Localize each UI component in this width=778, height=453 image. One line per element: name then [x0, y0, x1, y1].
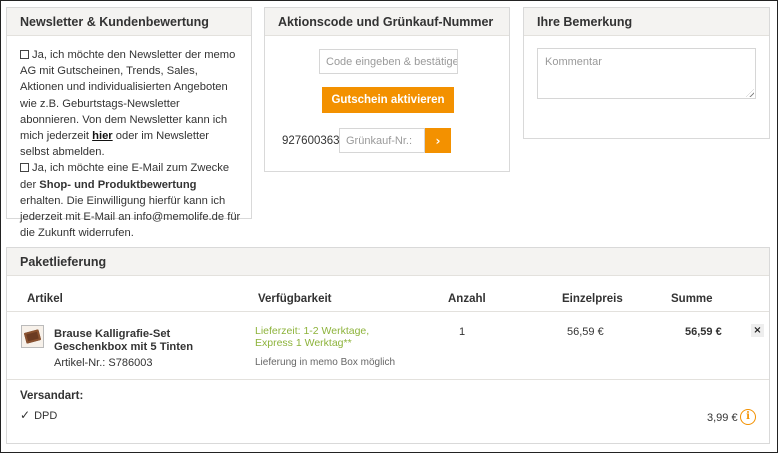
item-quantity: 1 [459, 326, 466, 338]
newsletter-panel: Newsletter & Kundenbewertung Ja, ich möc… [6, 7, 252, 239]
comment-textarea[interactable] [537, 48, 756, 99]
activate-voucher-button[interactable]: Gutschein aktivieren [322, 87, 454, 113]
newsletter-option: Ja, ich möchte den Newsletter der memo A… [20, 47, 241, 160]
gruenkauf-prefix: 927600363 [282, 135, 340, 147]
unsubscribe-link[interactable]: hier [92, 130, 113, 142]
shipping-method-label: Versandart: [20, 390, 84, 402]
info-icon[interactable]: i [740, 409, 756, 425]
review-text-b: erhalten. Die Einwilligung hierfür kann … [20, 194, 241, 240]
availability-text: Lieferzeit: 1-2 Werktage, Express 1 Werk… [255, 325, 370, 349]
shipping-method-option[interactable]: ✓ DPD [20, 408, 57, 422]
gruenkauf-submit-button[interactable]: › [425, 128, 451, 153]
newsletter-text-a: Ja, ich möchte den Newsletter der memo A… [20, 49, 236, 143]
remark-title: Ihre Bemerkung [524, 8, 769, 36]
shipping-method-price: 3,99 € [707, 412, 738, 424]
review-option: Ja, ich möchte eine E-Mail zum Zwecke de… [20, 160, 241, 241]
col-unit-price: Einzelpreis [562, 293, 623, 305]
review-checkbox[interactable] [20, 163, 29, 173]
product-name[interactable]: Brause Kalligrafie-Set Geschenkbox mit 5… [54, 328, 244, 354]
remark-panel: Ihre Bemerkung [523, 7, 770, 139]
promo-code-input[interactable] [319, 49, 458, 74]
newsletter-title: Newsletter & Kundenbewertung [7, 8, 251, 36]
col-article: Artikel [27, 293, 63, 305]
newsletter-body: Ja, ich möchte den Newsletter der memo A… [7, 36, 251, 241]
product-article-number: Artikel-Nr.: S786003 [54, 357, 153, 369]
remove-item-button[interactable]: × [751, 324, 764, 337]
product-thumbnail[interactable] [21, 325, 44, 348]
gruenkauf-input[interactable] [339, 128, 425, 153]
promo-panel: Aktionscode und Grünkauf-Nummer Gutschei… [264, 7, 510, 172]
divider [7, 379, 769, 380]
promo-title: Aktionscode und Grünkauf-Nummer [265, 8, 509, 36]
item-unit-price: 56,59 € [567, 326, 604, 338]
divider [7, 311, 769, 312]
checkmark-icon: ✓ [20, 408, 31, 422]
shipping-title: Paketlieferung [7, 248, 769, 276]
chevron-right-icon: › [435, 133, 441, 148]
col-availability: Verfügbarkeit [258, 293, 332, 305]
close-icon: × [753, 325, 762, 336]
col-total: Summe [671, 293, 713, 305]
col-quantity: Anzahl [448, 293, 486, 305]
shipping-method-name: DPD [34, 410, 58, 422]
newsletter-checkbox[interactable] [20, 50, 29, 59]
availability-note: Lieferung in memo Box möglich [255, 357, 396, 368]
review-text-bold: Shop- und Produktbewertung [39, 178, 197, 191]
item-total: 56,59 € [685, 326, 722, 338]
